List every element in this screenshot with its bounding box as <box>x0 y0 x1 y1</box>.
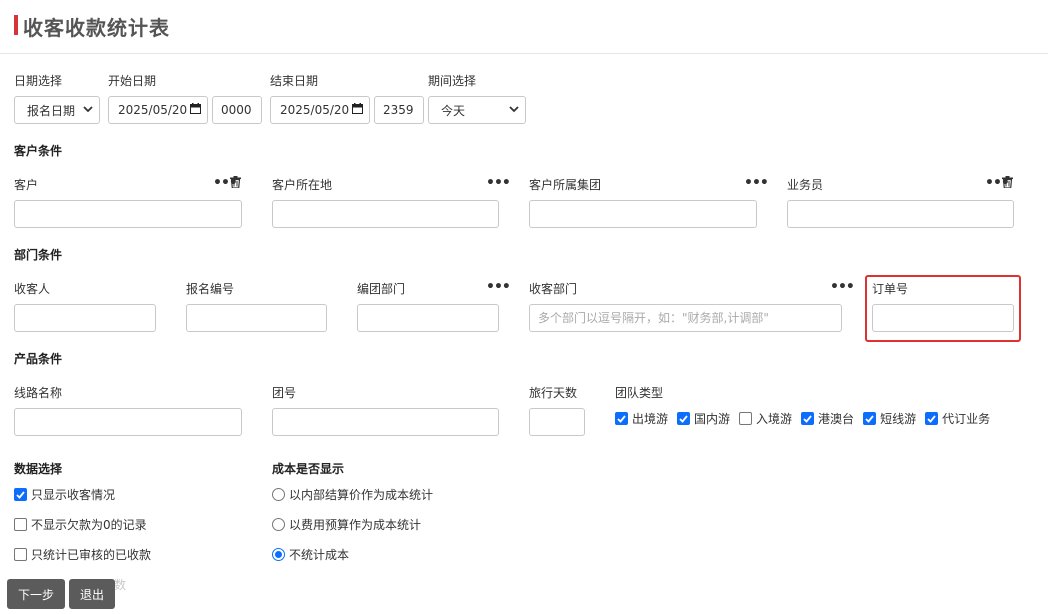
checkbox-unchecked[interactable] <box>14 548 27 561</box>
team-type-option[interactable]: 代订业务 <box>925 410 990 427</box>
exit-button[interactable]: 退出 <box>69 579 115 609</box>
more-icon[interactable]: ••• <box>486 176 511 190</box>
order-number-input[interactable] <box>872 304 1014 332</box>
period-select-label: 期间选择 <box>428 74 477 88</box>
signup-number-label: 报名编号 <box>186 282 235 296</box>
team-type-option[interactable]: 出境游 <box>615 410 668 427</box>
receiver-input[interactable] <box>14 304 156 332</box>
radio-unselected[interactable] <box>272 488 285 501</box>
start-date-label: 开始日期 <box>108 74 157 88</box>
group-number-input[interactable] <box>272 408 499 436</box>
cost-section-title: 成本是否显示 <box>272 462 345 476</box>
customer-location-label: 客户所在地 <box>272 178 333 192</box>
checkbox-checked[interactable] <box>863 412 877 425</box>
end-date-label: 结束日期 <box>270 74 319 88</box>
end-time-input[interactable]: 2359 <box>374 96 424 124</box>
receiving-department-input[interactable] <box>529 304 842 332</box>
calendar-icon[interactable] <box>352 103 363 117</box>
checkbox-checked[interactable] <box>925 412 939 425</box>
period-select-value: 今天 <box>441 103 466 118</box>
more-icon[interactable]: ••• <box>744 176 769 190</box>
chevron-down-icon <box>509 105 519 116</box>
route-name-label: 线路名称 <box>14 386 63 400</box>
page-title: 收客收款统计表 <box>23 16 170 40</box>
customer-group-label: 客户所属集团 <box>529 178 602 192</box>
checkbox-unchecked[interactable] <box>739 412 753 425</box>
data-option[interactable]: 只显示收客情况 <box>14 486 115 503</box>
travel-days-label: 旅行天数 <box>529 386 578 400</box>
route-name-input[interactable] <box>14 408 242 436</box>
receiver-label: 收客人 <box>14 282 51 296</box>
signup-number-input[interactable] <box>186 304 327 332</box>
team-department-label: 编团部门 <box>357 282 406 296</box>
chevron-down-icon <box>83 105 93 116</box>
customer-input[interactable] <box>14 200 242 228</box>
product-section-title: 产品条件 <box>14 352 63 366</box>
team-department-input[interactable] <box>357 304 499 332</box>
end-date-input[interactable]: 2025/05/20 <box>270 96 370 124</box>
customer-group-input[interactable] <box>529 200 757 228</box>
checkbox-checked[interactable] <box>615 412 628 425</box>
radio-unselected[interactable] <box>272 518 285 531</box>
cost-option[interactable]: 不统计成本 <box>272 546 349 563</box>
more-icon[interactable]: ••• <box>830 280 855 294</box>
calendar-icon[interactable] <box>190 103 201 117</box>
start-date-input[interactable]: 2025/05/20 <box>108 96 208 124</box>
date-select-value: 报名日期 <box>27 103 76 118</box>
start-time-value: 0000 <box>221 103 252 117</box>
cost-option[interactable]: 以费用预算作为成本统计 <box>272 516 421 533</box>
faded-text: 数 <box>114 578 127 592</box>
salesman-label: 业务员 <box>787 178 824 192</box>
checkbox-checked[interactable] <box>677 412 691 425</box>
end-time-value: 2359 <box>383 103 414 117</box>
travel-days-input[interactable] <box>529 408 585 436</box>
start-time-input[interactable]: 0000 <box>212 96 262 124</box>
department-section-title: 部门条件 <box>14 248 63 262</box>
order-number-label: 订单号 <box>872 282 909 296</box>
customer-location-input[interactable] <box>272 200 499 228</box>
group-number-label: 团号 <box>272 386 297 400</box>
data-section-title: 数据选择 <box>14 462 63 476</box>
date-select-label: 日期选择 <box>14 74 63 88</box>
checkbox-checked[interactable] <box>14 488 27 501</box>
checkbox-unchecked[interactable] <box>14 518 27 531</box>
end-date-value: 2025/05/20 <box>280 103 350 117</box>
team-type-label: 团队类型 <box>615 386 664 400</box>
date-select-dropdown[interactable]: 报名日期 <box>14 96 100 124</box>
cost-option[interactable]: 以内部结算价作为成本统计 <box>272 486 433 503</box>
team-type-option[interactable]: 短线游 <box>863 410 916 427</box>
team-type-option[interactable]: 国内游 <box>677 410 730 427</box>
data-option[interactable]: 不显示欠款为0的记录 <box>14 516 147 533</box>
data-option[interactable]: 只统计已审核的已收款 <box>14 546 151 563</box>
receiving-department-label: 收客部门 <box>529 282 578 296</box>
team-type-group: 出境游 国内游 入境游 港澳台 短线游 代订业务 <box>615 410 990 427</box>
trash-icon[interactable] <box>230 176 241 191</box>
team-type-option[interactable]: 港澳台 <box>801 410 854 427</box>
salesman-input[interactable] <box>787 200 1014 228</box>
customer-label: 客户 <box>14 178 39 192</box>
more-icon[interactable]: ••• <box>486 280 511 294</box>
customer-section-title: 客户条件 <box>14 144 63 158</box>
next-step-button[interactable]: 下一步 <box>7 579 65 609</box>
team-type-option[interactable]: 入境游 <box>739 410 792 427</box>
radio-selected[interactable] <box>272 548 285 561</box>
checkbox-checked[interactable] <box>801 412 815 425</box>
start-date-value: 2025/05/20 <box>118 103 188 117</box>
period-select-dropdown[interactable]: 今天 <box>428 96 526 124</box>
trash-icon[interactable] <box>1002 176 1013 191</box>
title-accent-bar <box>14 15 18 35</box>
